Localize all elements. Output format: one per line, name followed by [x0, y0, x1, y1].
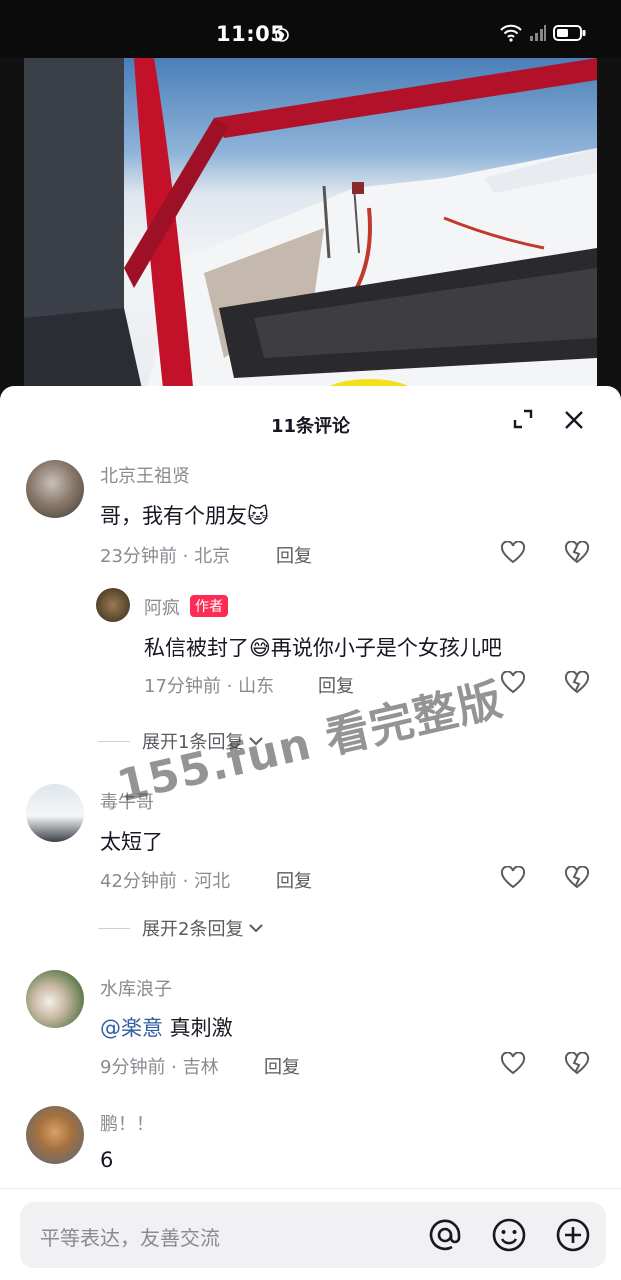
divider: [0, 1188, 621, 1189]
like-heart-icon[interactable]: [500, 671, 526, 695]
dislike-heart-icon[interactable]: [564, 671, 590, 695]
comment-text: @楽意 真刺激: [100, 1016, 233, 1040]
like-heart-icon[interactable]: [500, 866, 526, 890]
expand-replies-label: 展开2条回复: [142, 919, 244, 940]
reply-username[interactable]: 阿疯: [144, 594, 180, 620]
comment-meta: 42分钟前 · 河北: [100, 871, 231, 892]
reply-text: 私信被封了😅再说你小子是个女孩儿吧: [144, 636, 502, 660]
reply-meta: 17分钟前 · 山东: [144, 676, 275, 697]
dislike-heart-icon[interactable]: [564, 541, 590, 565]
divider-line: [98, 927, 130, 929]
mention-at-icon[interactable]: [426, 1216, 464, 1254]
avatar[interactable]: [26, 460, 84, 518]
expand-replies-button[interactable]: 展开2条回复: [98, 915, 265, 941]
status-bar: 11:05: [0, 0, 621, 58]
emoji-icon[interactable]: [490, 1216, 528, 1254]
comment-text: 6: [100, 1148, 114, 1172]
status-icons: [499, 24, 587, 42]
avatar[interactable]: [26, 970, 84, 1028]
avatar[interactable]: [96, 588, 130, 622]
battery-icon: [553, 25, 586, 41]
comment-username[interactable]: 北京王祖贤: [100, 462, 190, 488]
chevron-down-icon: [249, 924, 264, 933]
cat-emoji-icon: 🐱: [247, 504, 269, 528]
reply-button[interactable]: 回复: [276, 867, 312, 893]
plus-icon[interactable]: [554, 1216, 592, 1254]
dislike-heart-icon[interactable]: [564, 1052, 590, 1076]
comment-username[interactable]: 鹏！！: [100, 1110, 154, 1136]
mention-link[interactable]: @楽意: [100, 1016, 163, 1040]
wifi-icon: [500, 24, 522, 42]
like-heart-icon[interactable]: [500, 541, 526, 565]
comment-sheet: 11条评论 北京王祖贤 哥，我有个朋友🐱 23分钟前 · 北京 回复 阿疯 作者…: [0, 386, 621, 1280]
expand-icon[interactable]: [512, 408, 534, 430]
like-heart-icon[interactable]: [500, 1052, 526, 1076]
location-target-icon: [275, 28, 289, 42]
comment-input[interactable]: 平等表达，友善交流: [20, 1202, 606, 1268]
comment-username[interactable]: 水库浪子: [100, 975, 172, 1001]
comment-meta: 23分钟前 · 北京: [100, 546, 231, 567]
video-frame-image: [24, 58, 597, 398]
comment-input-placeholder: 平等表达，友善交流: [40, 1226, 220, 1250]
reply-button[interactable]: 回复: [276, 542, 312, 568]
comment-text: 哥，我有个朋友🐱: [100, 504, 269, 528]
reply-button[interactable]: 回复: [318, 672, 354, 698]
avatar[interactable]: [26, 784, 84, 842]
comment-text: 太短了: [100, 830, 163, 854]
close-icon[interactable]: [564, 410, 584, 430]
video-player[interactable]: [24, 58, 597, 398]
reply-button[interactable]: 回复: [264, 1053, 300, 1079]
avatar[interactable]: [26, 1106, 84, 1164]
author-badge: 作者: [190, 595, 228, 617]
signal-icon: [530, 25, 546, 41]
dislike-heart-icon[interactable]: [564, 866, 590, 890]
sweat-smile-emoji-icon: 😅: [249, 636, 271, 660]
divider-line: [98, 740, 130, 742]
comment-meta: 9分钟前 · 吉林: [100, 1057, 219, 1078]
